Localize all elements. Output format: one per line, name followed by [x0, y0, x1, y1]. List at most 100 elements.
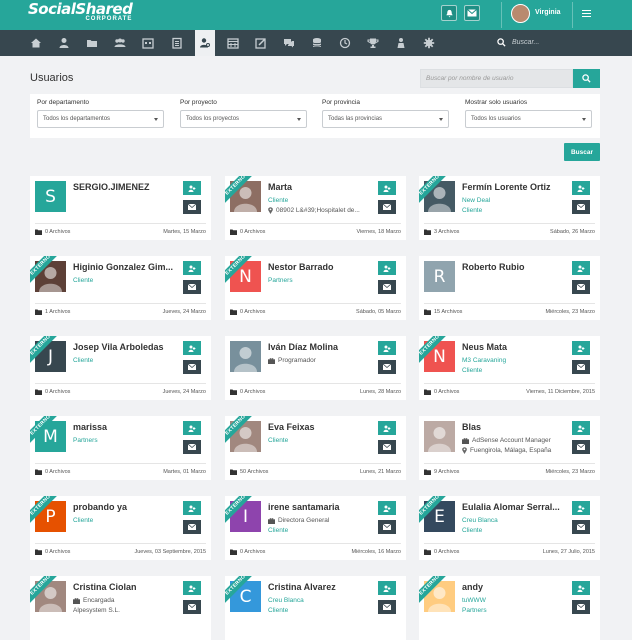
user-name[interactable]: Neus Mata — [462, 342, 567, 352]
user-name[interactable]: Cristina Alvarez — [268, 582, 373, 592]
nav-item-user[interactable] — [57, 36, 71, 50]
user-name[interactable]: Roberto Rubio — [462, 262, 567, 272]
follow-button[interactable] — [183, 501, 201, 515]
files-count[interactable]: 0 Archivos — [230, 309, 265, 315]
nav-item-gear[interactable] — [422, 36, 436, 50]
files-count[interactable]: 0 Archivos — [424, 549, 459, 555]
follow-button[interactable] — [183, 581, 201, 595]
user-name[interactable]: Cristina Ciolan — [73, 582, 178, 592]
message-button[interactable] — [378, 200, 396, 214]
avatar[interactable] — [424, 421, 455, 452]
avatar[interactable] — [230, 341, 261, 372]
user-card[interactable]: EXTERNO Higinio Gonzalez Gim... Cliente 1 A… — [30, 256, 211, 320]
user-card[interactable]: EXTERNO Fermín Lorente Ortiz New Deal Clien… — [419, 176, 600, 240]
user-name[interactable]: Nestor Barrado — [268, 262, 373, 272]
files-count[interactable]: 3 Archivos — [424, 229, 459, 235]
user-name[interactable]: Higinio Gonzalez Gim... — [73, 262, 178, 272]
message-button[interactable] — [378, 280, 396, 294]
follow-button[interactable] — [378, 581, 396, 595]
avatar[interactable]: R — [424, 261, 455, 292]
user-card[interactable]: EXTERNO Iirene santamaria Directora Genera… — [225, 496, 406, 560]
message-button[interactable] — [572, 520, 590, 534]
user-card[interactable]: EXTERNO andy tuWWW Partners — [419, 576, 600, 640]
message-button[interactable] — [378, 440, 396, 454]
user-card[interactable]: EXTERNO Cristina Ciolan Encargada Alpesyste… — [30, 576, 211, 640]
files-count[interactable]: 9 Archivos — [424, 469, 459, 475]
user-card[interactable]: Iván Díaz Molina Programador 0 Archivos Lun… — [225, 336, 406, 400]
message-button[interactable] — [183, 200, 201, 214]
follow-button[interactable] — [378, 501, 396, 515]
message-button[interactable] — [572, 360, 590, 374]
user-avatar[interactable] — [511, 4, 530, 23]
logo[interactable]: SocialShared CORPORATE — [28, 2, 133, 23]
department-select[interactable]: Todos los departamentos — [37, 110, 164, 128]
message-button[interactable] — [183, 520, 201, 534]
user-name[interactable]: Virginia — [535, 9, 561, 16]
files-count[interactable]: 0 Archivos — [230, 389, 265, 395]
nav-item-person[interactable] — [394, 36, 408, 50]
message-button[interactable] — [183, 360, 201, 374]
messages-button[interactable] — [464, 5, 480, 21]
user-card[interactable]: S SERGIO.JIMENEZ 0 Archivos Martes, 15 Marz… — [30, 176, 211, 240]
message-button[interactable] — [183, 600, 201, 614]
message-button[interactable] — [378, 360, 396, 374]
follow-button[interactable] — [572, 181, 590, 195]
nav-item-group[interactable] — [113, 36, 127, 50]
nav-item-trophy[interactable] — [366, 36, 380, 50]
nav-item-clipboard[interactable] — [170, 36, 184, 50]
user-name[interactable]: Iván Díaz Molina — [268, 342, 373, 352]
user-card[interactable]: EXTERNO Marta Cliente 08902 L&#39;Hospitale… — [225, 176, 406, 240]
nav-item-calendar-grid[interactable] — [141, 36, 155, 50]
filter-search-button[interactable]: Buscar — [564, 143, 600, 161]
follow-button[interactable] — [572, 421, 590, 435]
follow-button[interactable] — [183, 261, 201, 275]
files-count[interactable]: 50 Archivos — [230, 469, 268, 475]
user-name[interactable]: Fermín Lorente Ortiz — [462, 182, 567, 192]
user-card[interactable]: EXTERNO E Eulalia Alomar Serral... Creu Bla… — [419, 496, 600, 560]
message-button[interactable] — [378, 600, 396, 614]
nav-item-chat[interactable] — [282, 36, 296, 50]
message-button[interactable] — [183, 280, 201, 294]
follow-button[interactable] — [572, 581, 590, 595]
user-name[interactable]: irene santamaria — [268, 502, 373, 512]
user-card[interactable]: Blas AdSense Account Manager Fuengirola, M… — [419, 416, 600, 480]
avatar[interactable]: S — [35, 181, 66, 212]
files-count[interactable]: 0 Archivos — [230, 549, 265, 555]
user-search-input[interactable]: Buscar por nombre de usuario — [420, 69, 573, 88]
nav-item-database[interactable] — [310, 36, 324, 50]
user-card[interactable]: EXTERNO C Cristina Alvarez Creu Blanca Clien… — [225, 576, 406, 640]
follow-button[interactable] — [572, 261, 590, 275]
files-count[interactable]: 15 Archivos — [424, 309, 462, 315]
user-card[interactable]: EXTERNO Eva Feixas Cliente 50 Archivos Lunes… — [225, 416, 406, 480]
nav-item-calendar[interactable] — [226, 36, 240, 50]
nav-search[interactable]: Buscar... — [497, 38, 539, 47]
follow-button[interactable] — [572, 501, 590, 515]
user-card[interactable]: EXTERNO Pprobando ya Cliente 0 Archivos Juev… — [30, 496, 211, 560]
follow-button[interactable] — [378, 421, 396, 435]
follow-button[interactable] — [378, 261, 396, 275]
user-card[interactable]: EXTERNO J Josep Vila Arboledas Cliente 0 Arc… — [30, 336, 211, 400]
user-card[interactable]: EXTERNO Mmarissa Partners 0 Archivos Martes,… — [30, 416, 211, 480]
files-count[interactable]: 0 Archivos — [230, 229, 265, 235]
files-count[interactable]: 1 Archivos — [35, 309, 70, 315]
follow-button[interactable] — [572, 341, 590, 355]
files-count[interactable]: 0 Archivos — [424, 389, 459, 395]
user-name[interactable]: andy — [462, 582, 567, 592]
user-card[interactable]: EXTERNO N Neus Mata M3 Caravaning Cliente 0 A… — [419, 336, 600, 400]
user-name[interactable]: Blas — [462, 422, 567, 432]
user-name[interactable]: probando ya — [73, 502, 178, 512]
files-count[interactable]: 0 Archivos — [35, 389, 70, 395]
message-button[interactable] — [572, 440, 590, 454]
user-card[interactable]: R Roberto Rubio 15 Archivos Miércoles, 23 M… — [419, 256, 600, 320]
user-type-select[interactable]: Todos los usuarios — [465, 110, 592, 128]
search-button[interactable] — [573, 69, 600, 88]
follow-button[interactable] — [378, 181, 396, 195]
nav-item-home[interactable] — [29, 36, 43, 50]
project-select[interactable]: Todos los proyectos — [180, 110, 307, 128]
notifications-button[interactable] — [441, 5, 457, 21]
follow-button[interactable] — [183, 421, 201, 435]
files-count[interactable]: 0 Archivos — [35, 549, 70, 555]
follow-button[interactable] — [183, 341, 201, 355]
files-count[interactable]: 0 Archivos — [35, 229, 70, 235]
message-button[interactable] — [572, 600, 590, 614]
